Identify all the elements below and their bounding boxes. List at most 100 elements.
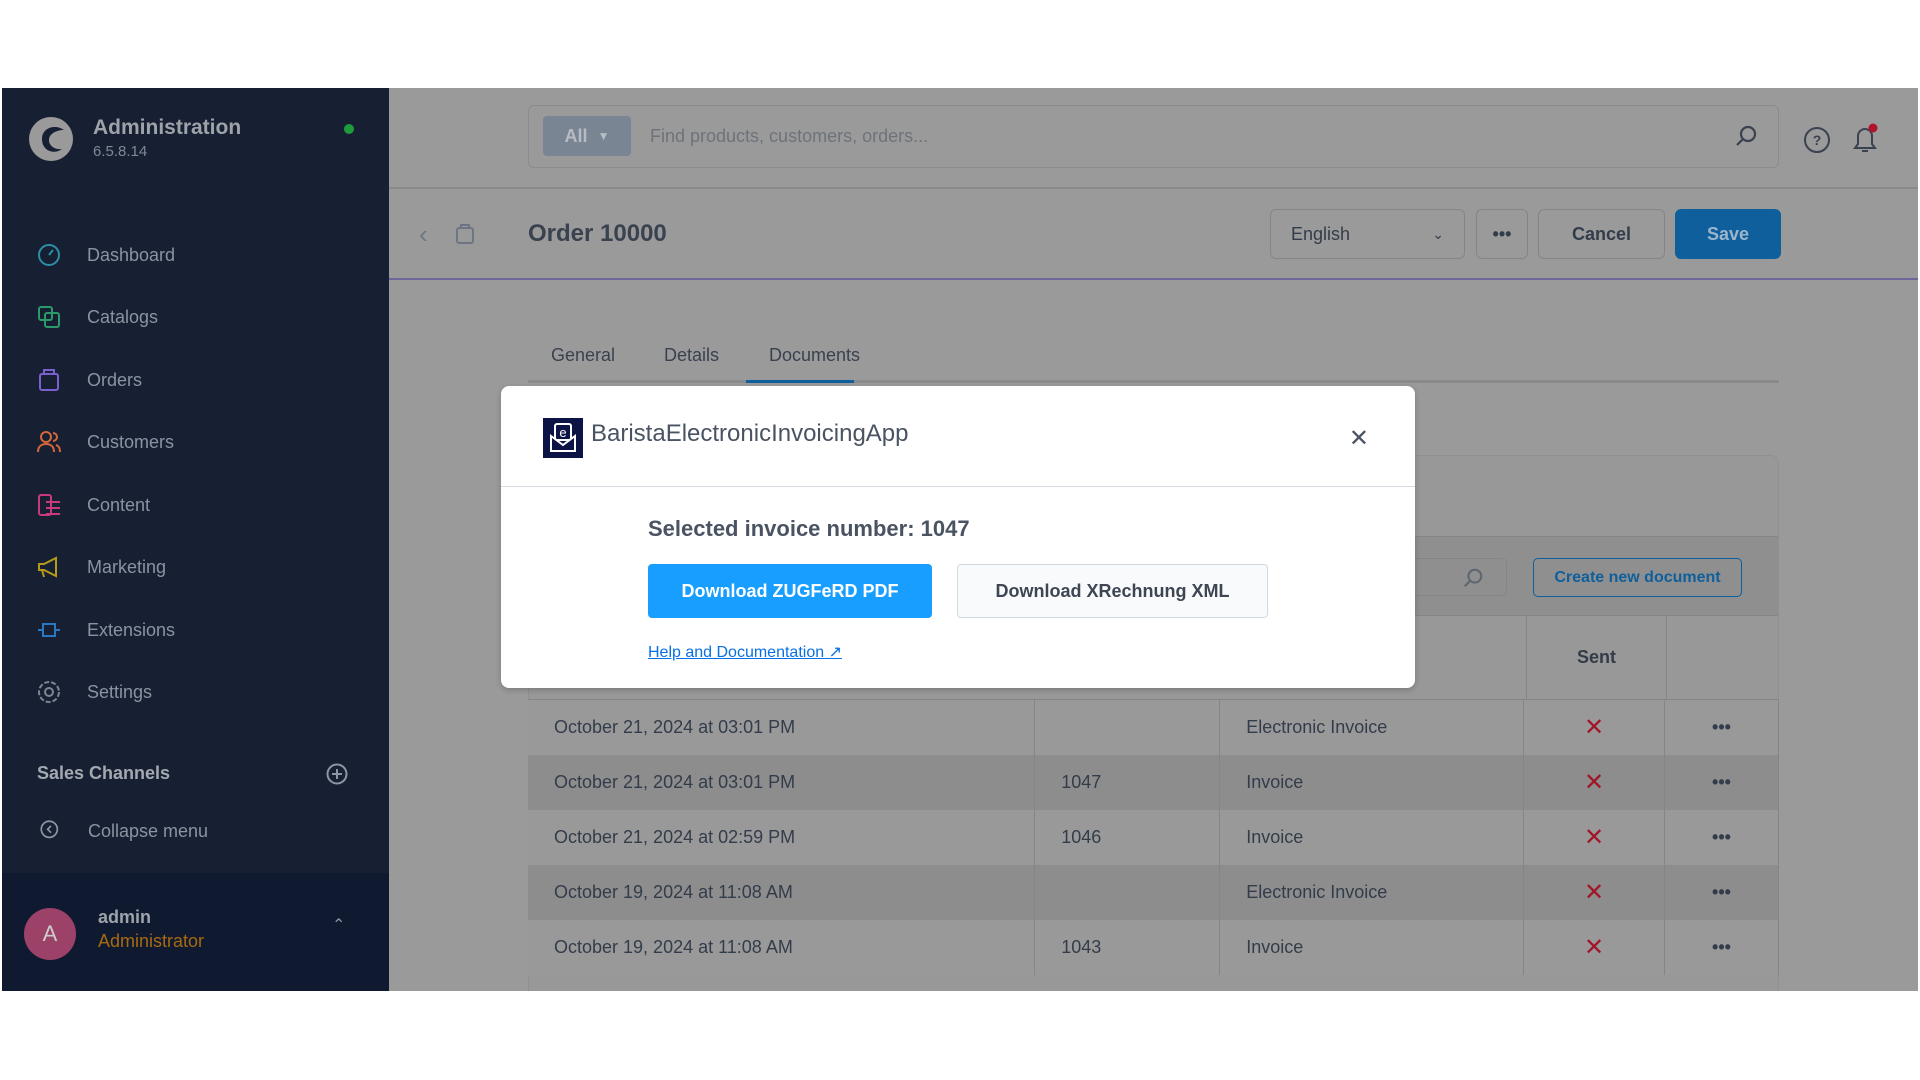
sidebar-item-label: Orders: [87, 369, 143, 390]
download-zugferd-pdf-button[interactable]: Download ZUGFeRD PDF: [648, 564, 932, 618]
type-cell: Invoice: [1219, 920, 1525, 975]
marketing-icon: [38, 556, 57, 578]
search-input[interactable]: Find products, customers, orders...: [650, 126, 928, 147]
number-cell: [1034, 700, 1221, 755]
date-cell: October 19, 2024 at 11:08 AM: [528, 920, 1036, 975]
cancel-button[interactable]: Cancel: [1538, 209, 1665, 259]
catalog-icon: [38, 306, 60, 328]
user-menu[interactable]: A admin Administrator ⌃: [2, 873, 389, 991]
status-indicator: [344, 124, 354, 134]
customers-icon: [37, 431, 61, 453]
svg-text:?: ?: [1813, 132, 1822, 148]
table-row[interactable]: October 19, 2024 at 11:08 AM Electronic I…: [528, 865, 1779, 920]
sidebar-item-settings[interactable]: Settings: [36, 677, 152, 707]
row-actions-button[interactable]: •••: [1664, 810, 1779, 865]
table-row[interactable]: October 21, 2024 at 03:01 PM 1047 Invoice ✕…: [528, 755, 1779, 810]
tabs-divider: [528, 380, 1779, 383]
avatar: A: [24, 908, 76, 960]
download-xrechnung-xml-button[interactable]: Download XRechnung XML: [957, 564, 1268, 618]
content-icon: [38, 494, 60, 516]
more-actions-button[interactable]: •••: [1476, 209, 1528, 259]
sidebar-item-customers[interactable]: Customers: [36, 427, 174, 457]
sidebar-item-label: Extensions: [87, 619, 176, 640]
modal-title: BaristaElectronicInvoicingApp: [591, 420, 909, 447]
number-cell: 1047: [1034, 755, 1221, 810]
not-sent-icon: ✕: [1523, 920, 1666, 975]
sidebar-item-label: Dashboard: [87, 244, 176, 265]
add-sales-channel-icon[interactable]: [326, 763, 348, 785]
column-header-sent[interactable]: Sent: [1526, 616, 1667, 699]
sidebar-item-extensions[interactable]: Extensions: [36, 615, 175, 645]
modal-header: e BaristaElectronicInvoicingApp ✕: [501, 386, 1415, 487]
sidebar-item-label: Settings: [87, 681, 153, 702]
search-filter-select[interactable]: All ▼: [543, 116, 631, 156]
chevron-down-icon: ▼: [597, 129, 610, 143]
type-cell: Invoice: [1219, 755, 1525, 810]
active-tab-indicator: [746, 380, 854, 383]
chevron-left-circle-icon: [40, 820, 59, 839]
date-cell: October 21, 2024 at 02:59 PM: [528, 810, 1036, 865]
svg-text:e: e: [559, 425, 566, 440]
sidebar-item-label: Marketing: [87, 556, 167, 577]
type-cell: Electronic Invoice: [1219, 700, 1525, 755]
search-filter-label: All: [564, 125, 588, 146]
documents-table: October 21, 2024 at 03:01 PM Electronic I…: [528, 700, 1779, 975]
row-actions-button[interactable]: •••: [1664, 700, 1779, 755]
chevron-down-icon: ⌄: [1432, 225, 1444, 242]
help-documentation-link[interactable]: Help and Documentation ↗: [648, 642, 842, 662]
sidebar-item-label: Customers: [87, 431, 175, 452]
tab-documents[interactable]: Documents: [769, 345, 860, 366]
sales-channels-heading: Sales Channels: [37, 763, 171, 783]
electronic-invoice-app-icon: e: [543, 418, 583, 458]
collapse-menu-button[interactable]: Collapse menu: [40, 816, 208, 846]
date-cell: October 19, 2024 at 11:08 AM: [528, 865, 1036, 920]
tab-general[interactable]: General: [551, 345, 615, 366]
tab-details[interactable]: Details: [664, 345, 719, 366]
orders-icon: [39, 369, 59, 391]
row-actions-button[interactable]: •••: [1664, 865, 1779, 920]
global-search[interactable]: All ▼ Find products, customers, orders...: [528, 105, 1779, 168]
number-cell: [1034, 865, 1221, 920]
back-icon[interactable]: ‹: [419, 219, 428, 250]
save-button[interactable]: Save: [1675, 209, 1781, 259]
settings-icon: [38, 681, 60, 703]
type-cell: Invoice: [1219, 810, 1525, 865]
user-role: Administrator: [98, 931, 205, 951]
app-title: Administration: [93, 116, 242, 139]
collapse-menu-label: Collapse menu: [88, 820, 209, 841]
language-value: English: [1291, 223, 1351, 244]
user-name: admin: [98, 907, 152, 927]
orders-icon: [456, 224, 474, 244]
help-icon[interactable]: ?: [1803, 126, 1831, 154]
chevron-up-icon[interactable]: ⌃: [332, 915, 345, 935]
sidebar-item-marketing[interactable]: Marketing: [36, 552, 166, 582]
type-cell: Electronic Invoice: [1219, 865, 1525, 920]
sidebar-item-orders[interactable]: Orders: [36, 365, 142, 395]
search-icon[interactable]: [1734, 124, 1758, 148]
invoicing-app-modal: e BaristaElectronicInvoicingApp ✕ Select…: [501, 386, 1415, 688]
extensions-icon: [38, 623, 60, 637]
table-row[interactable]: October 19, 2024 at 11:08 AM 1043 Invoice ✕…: [528, 920, 1779, 975]
sidebar-item-label: Content: [87, 494, 151, 515]
sidebar: Administration 6.5.8.14 Dashboard Catalog…: [2, 88, 389, 991]
table-row[interactable]: October 21, 2024 at 02:59 PM 1046 Invoice ✕…: [528, 810, 1779, 865]
sidebar-item-catalogs[interactable]: Catalogs: [36, 302, 158, 332]
date-cell: October 21, 2024 at 03:01 PM: [528, 700, 1036, 755]
page-header: ‹ Order 10000 English ⌄ ••• Cancel Save: [389, 189, 1918, 280]
app-version: 6.5.8.14: [93, 143, 148, 160]
not-sent-icon: ✕: [1523, 700, 1666, 755]
notification-bell-icon[interactable]: [1849, 122, 1881, 156]
row-actions-button[interactable]: •••: [1664, 920, 1779, 975]
table-row[interactable]: October 21, 2024 at 03:01 PM Electronic I…: [528, 700, 1779, 755]
sidebar-item-content[interactable]: Content: [36, 490, 150, 520]
close-icon[interactable]: ✕: [1349, 424, 1369, 453]
not-sent-icon: ✕: [1523, 755, 1666, 810]
number-cell: 1046: [1034, 810, 1221, 865]
row-actions-button[interactable]: •••: [1664, 755, 1779, 810]
selected-invoice-number: Selected invoice number: 1047: [648, 516, 970, 541]
not-sent-icon: ✕: [1523, 810, 1666, 865]
create-new-document-button[interactable]: Create new document: [1533, 558, 1742, 597]
dashboard-icon: [38, 244, 60, 266]
language-select[interactable]: English ⌄: [1270, 209, 1465, 259]
sidebar-item-dashboard[interactable]: Dashboard: [36, 240, 175, 270]
